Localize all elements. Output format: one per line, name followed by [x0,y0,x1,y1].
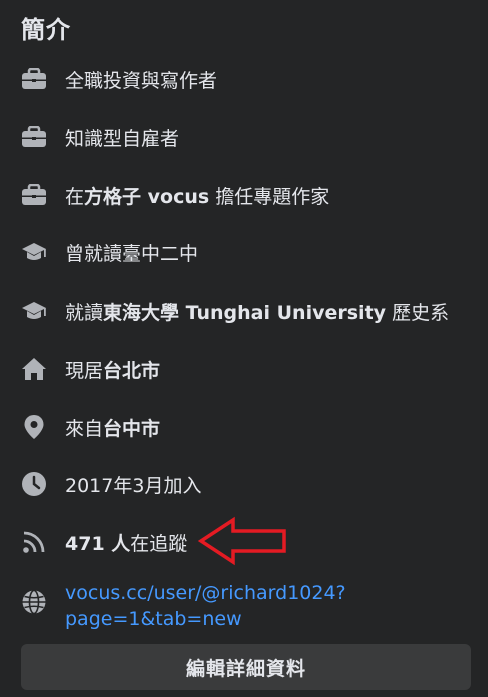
intro-item-text: 全職投資與寫作者 [65,69,218,92]
intro-item-education-1: 曾就讀臺中二中 [20,237,460,267]
followers-count[interactable]: 471 人 [65,533,130,555]
intro-item-prefix: 在 [65,185,85,208]
intro-item-text: 在方格子 vocus 擔任專題作家 [65,182,329,209]
intro-item-suffix: 歷史系 [386,301,450,324]
intro-item-text: 來自台中市 [65,414,160,441]
rss-icon [20,528,48,556]
globe-icon [20,588,48,616]
section-title: 簡介 [21,16,71,44]
website-link-line-1[interactable]: vocus.cc/user/@richard1024? [65,580,346,606]
clock-icon [20,470,48,498]
intro-item-work-3: 在方格子 vocus 擔任專題作家 [20,180,460,210]
school-link[interactable]: 東海大學 Tunghai University [103,302,386,324]
graduation-cap-icon [20,297,48,325]
intro-item-suffix: 在追蹤 [130,532,188,555]
intro-item-suffix: 擔任專題作家 [209,185,330,208]
intro-item-text: 曾就讀臺中二中 [65,242,199,265]
current-city-link[interactable]: 台北市 [103,360,160,382]
intro-item-current-city: 現居台北市 [20,354,460,384]
workplace-link[interactable]: 方格子 vocus [84,186,209,208]
briefcase-icon [20,123,48,151]
intro-item-website: vocus.cc/user/@richard1024? page=1&tab=n… [20,580,460,632]
red-arrow-annotation [195,515,290,567]
intro-item-text: 就讀東海大學 Tunghai University 歷史系 [65,298,449,325]
intro-item-text: 471 人在追蹤 [65,529,187,556]
intro-item-text: 2017年3月加入 [65,474,202,497]
website-link-line-2[interactable]: page=1&tab=new [65,606,346,632]
website-link[interactable]: vocus.cc/user/@richard1024? page=1&tab=n… [65,580,346,632]
intro-item-prefix: 現居 [65,359,104,382]
briefcase-icon [20,181,48,209]
intro-item-prefix: 來自 [65,417,104,440]
intro-item-hometown: 來自台中市 [20,412,460,442]
edit-details-button[interactable]: 編輯詳細資料 [21,644,471,690]
intro-item-prefix: 就讀 [65,301,104,324]
graduation-cap-icon [20,238,48,266]
intro-item-text: 現居台北市 [65,356,160,383]
briefcase-icon [20,65,48,93]
intro-item-text: 知識型自雇者 [65,127,180,150]
intro-item-education-2: 就讀東海大學 Tunghai University 歷史系 [20,296,460,326]
location-pin-icon [20,413,48,441]
intro-card: 簡介 全職投資與寫作者 知識型自雇者 在方格子 vocus 擔任專題作家 曾就讀… [0,0,488,697]
intro-item-joined: 2017年3月加入 [20,469,460,499]
intro-item-work-2: 知識型自雇者 [20,122,460,152]
home-icon [20,355,48,383]
intro-item-work-1: 全職投資與寫作者 [20,64,460,94]
hometown-link[interactable]: 台中市 [103,418,160,440]
